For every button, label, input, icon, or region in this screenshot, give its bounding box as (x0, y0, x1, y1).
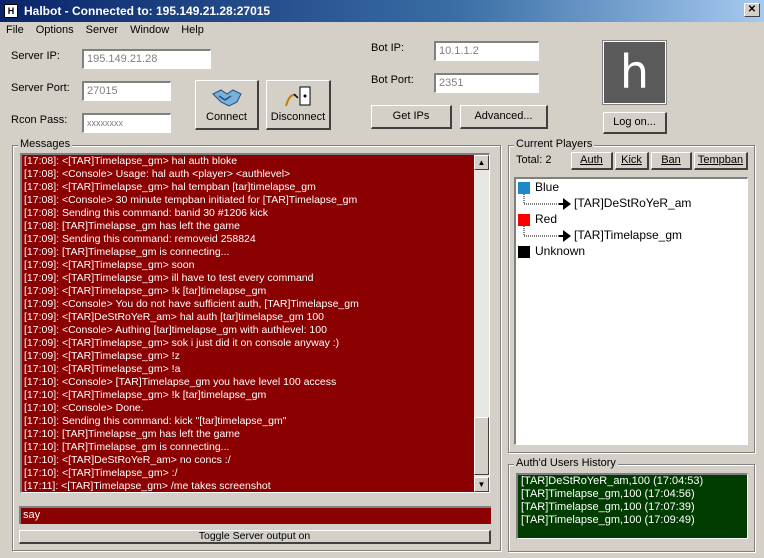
menu-file[interactable]: File (0, 22, 30, 38)
window-title: Halbot - Connected to: 195.149.21.28:270… (24, 4, 271, 18)
bot-ip-label: Bot IP: (371, 42, 405, 54)
menu-help[interactable]: Help (175, 22, 210, 38)
history-line: [TAR]Timelapse_gm,100 (17:07:39) (521, 501, 695, 513)
team-red[interactable]: Red (535, 212, 557, 226)
rcon-pass-field[interactable]: xxxxxxxx (82, 113, 171, 133)
connect-button[interactable]: Connect (195, 80, 259, 130)
message-line: [17:10]: <[TAR]Timelapse_gm> !k [tar]tim… (24, 389, 267, 401)
player-timelapse[interactable]: [TAR]Timelapse_gm (574, 228, 682, 242)
message-line: [17:10]: <[TAR]Timelapse_gm> :/ (24, 467, 178, 479)
message-line: [17:08]: [TAR]Timelapse_gm has left the … (24, 220, 240, 232)
history-lines: [TAR]DeStRoYeR_am,100 (17:04:53) [TAR]Tim… (518, 475, 747, 527)
disconnect-button[interactable]: Disconnect (266, 80, 331, 130)
message-line: [17:09]: [TAR]Timelapse_gm is connecting… (24, 246, 230, 258)
get-ips-button[interactable]: Get IPs (371, 105, 452, 129)
auth-button[interactable]: Auth (571, 152, 613, 170)
unplug-icon (285, 86, 311, 107)
team-blue[interactable]: Blue (535, 180, 559, 194)
menu-bar: File Options Server Window Help (0, 22, 764, 40)
scroll-down-icon[interactable]: ▼ (474, 477, 489, 492)
players-total: Total: 2 (516, 154, 552, 166)
scroll-up-icon[interactable]: ▲ (474, 155, 489, 170)
message-line: [17:09]: Sending this command: removeid … (24, 233, 256, 245)
message-line: [17:09]: <[TAR]Timelapse_gm> sok i just … (24, 337, 340, 349)
message-line: [17:10]: <Console> [TAR]Timelapse_gm you… (24, 376, 337, 388)
server-ip-field[interactable]: 195.149.21.28 (82, 49, 211, 69)
message-line: [17:10]: [TAR]Timelapse_gm has left the … (24, 428, 240, 440)
rcon-pass-label: Rcon Pass: (11, 114, 68, 126)
toggle-server-output-button[interactable]: Toggle Server output on (19, 530, 491, 544)
tree-connector-icon (523, 226, 571, 242)
message-line: [17:11]: <[TAR]Timelapse_gm> /me takes s… (24, 480, 271, 492)
message-line: [17:10]: <Console> Done. (24, 402, 144, 414)
message-line: [17:08]: <[TAR]Timelapse_gm> hal tempban… (24, 181, 316, 193)
title-bar: Halbot - Connected to: 195.149.21.28:270… (0, 0, 764, 22)
players-tree[interactable]: Blue [TAR]DeStRoYeR_am Red [TAR]Timelaps… (514, 177, 748, 445)
messages-title: Messages (18, 138, 73, 150)
server-port-field[interactable]: 27015 (82, 81, 171, 101)
message-line: [17:09]: <Console> Authing [tar]timelaps… (24, 324, 327, 336)
message-lines: [17:08]: <[TAR]Timelapse_gm> hal auth bl… (22, 155, 489, 492)
message-line: [17:09]: <[TAR]DeStRoYeR_am> hal auth [t… (24, 311, 325, 323)
player-destroyer[interactable]: [TAR]DeStRoYeR_am (574, 196, 691, 210)
message-line: [17:08]: <Console> Usage: hal auth <play… (24, 168, 291, 180)
menu-window[interactable]: Window (124, 22, 175, 38)
server-port-label: Server Port: (11, 82, 70, 94)
message-line: [17:09]: <[TAR]Timelapse_gm> !k [tar]tim… (24, 285, 267, 297)
message-line: [17:10]: <[TAR]DeStRoYeR_am> no concs :/ (24, 454, 231, 466)
auth-history-list[interactable]: [TAR]DeStRoYeR_am,100 (17:04:53) [TAR]Tim… (516, 473, 748, 539)
message-line: [17:09]: <Console> You do not have suffi… (24, 298, 359, 310)
connect-label: Connect (206, 111, 247, 123)
team-color-swatch (518, 246, 530, 258)
message-line: [17:08]: <[TAR]Timelapse_gm> hal auth bl… (24, 155, 238, 167)
disconnect-label: Disconnect (270, 111, 326, 123)
advanced-button[interactable]: Advanced... (460, 105, 548, 129)
message-line: [17:09]: <[TAR]Timelapse_gm> !z (24, 350, 180, 362)
menu-options[interactable]: Options (30, 22, 80, 38)
history-line: [TAR]Timelapse_gm,100 (17:09:49) (521, 514, 695, 526)
message-line: [17:10]: Sending this command: kick "[ta… (24, 415, 287, 427)
bot-port-field[interactable]: 2351 (434, 73, 539, 93)
bot-port-label: Bot Port: (371, 74, 414, 86)
message-line: [17:08]: <Console> 30 minute tempban ini… (24, 194, 358, 206)
tree-connector-icon (523, 194, 571, 210)
message-line: [17:10]: [TAR]Timelapse_gm is connecting… (24, 441, 230, 453)
messages-log[interactable]: [17:08]: <[TAR]Timelapse_gm> hal auth bl… (20, 153, 490, 493)
close-button[interactable]: ✕ (744, 3, 760, 17)
history-title: Auth'd Users History (514, 457, 618, 469)
message-line: [17:10]: <[TAR]Timelapse_gm> !a (24, 363, 181, 375)
history-line: [TAR]Timelapse_gm,100 (17:04:56) (521, 488, 695, 500)
command-input[interactable]: say (19, 506, 491, 524)
team-color-swatch (518, 214, 530, 226)
ban-button[interactable]: Ban (651, 152, 692, 170)
app-icon[interactable]: H (4, 4, 18, 18)
message-line: [17:09]: <[TAR]Timelapse_gm> soon (24, 259, 195, 271)
players-title: Current Players (514, 138, 595, 150)
handshake-icon (211, 89, 242, 107)
halbot-logo: h (603, 41, 666, 104)
kick-button[interactable]: Kick (615, 152, 649, 170)
server-ip-label: Server IP: (11, 50, 60, 62)
messages-scrollbar[interactable]: ▲ ▼ (474, 155, 489, 492)
message-line: [17:08]: Sending this command: banid 30 … (24, 207, 268, 219)
logo-letter: h (619, 45, 650, 99)
log-on-button[interactable]: Log on... (603, 112, 667, 134)
menu-server[interactable]: Server (80, 22, 124, 38)
team-color-swatch (518, 182, 530, 194)
message-line: [17:09]: <[TAR]Timelapse_gm> ill have to… (24, 272, 314, 284)
scroll-thumb[interactable] (474, 417, 489, 475)
history-line: [TAR]DeStRoYeR_am,100 (17:04:53) (521, 475, 704, 487)
tempban-button[interactable]: Tempban (694, 152, 748, 170)
team-unknown[interactable]: Unknown (535, 244, 585, 258)
bot-ip-field[interactable]: 10.1.1.2 (434, 41, 539, 61)
